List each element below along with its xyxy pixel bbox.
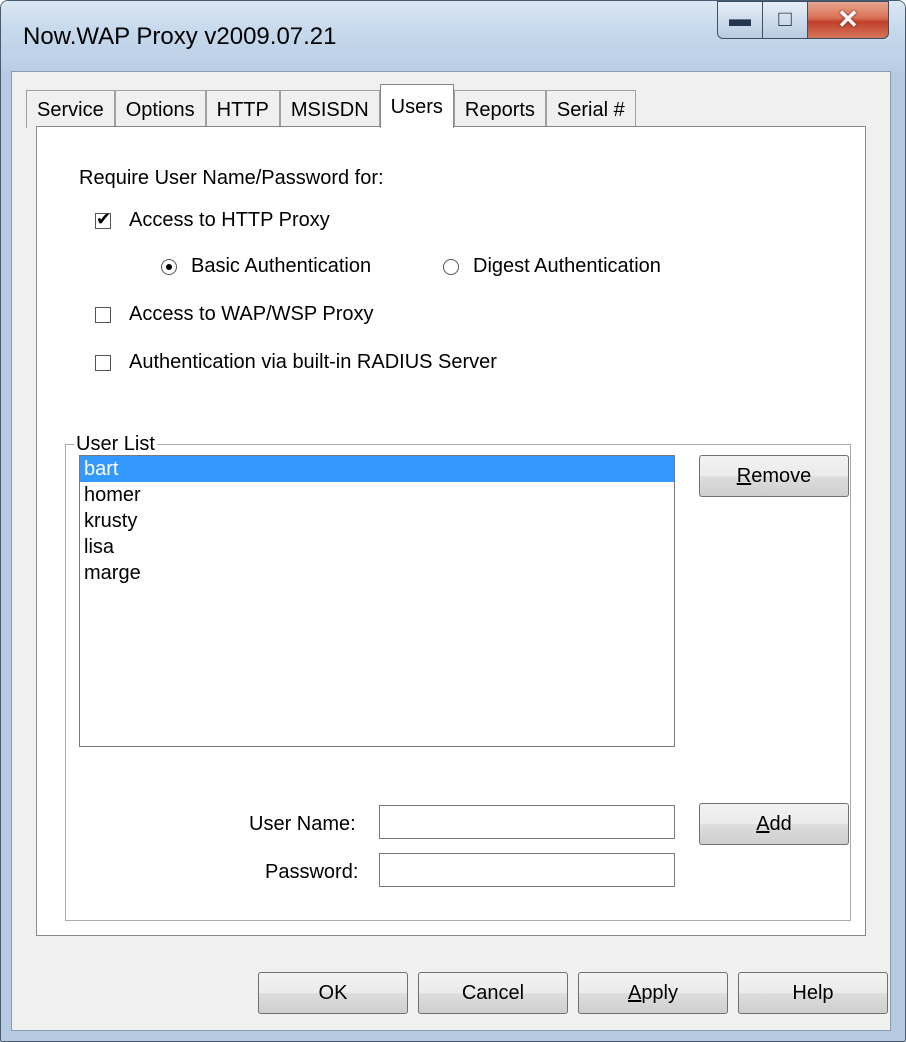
tab-service[interactable]: Service [26,90,115,128]
dialog-client-area: Service Options HTTP MSISDN Users Report… [11,71,891,1031]
remove-label-rest: emove [751,464,812,487]
apply-button[interactable]: Apply [578,972,728,1014]
checkmark-icon: ✔ [96,209,112,229]
radius-checkbox[interactable] [95,355,111,371]
tab-strip: Service Options HTTP MSISDN Users Report… [26,84,636,128]
tab-msisdn[interactable]: MSISDN [279,90,380,128]
minimize-button[interactable]: ▬ [717,1,763,39]
tab-users[interactable]: Users [379,84,454,128]
help-button[interactable]: Help [738,972,888,1014]
user-name-input[interactable] [379,805,675,839]
apply-label-rest: pply [641,981,679,1004]
user-name-label: User Name: [249,813,356,835]
user-list-legend: User List [76,433,155,455]
maximize-icon: □ [778,6,792,31]
list-item[interactable]: marge [80,560,674,586]
close-icon: ✕ [837,4,859,34]
require-credentials-label: Require User Name/Password for: [79,167,384,189]
password-input[interactable] [379,853,675,887]
tab-reports[interactable]: Reports [453,90,546,128]
list-item[interactable]: bart [80,456,674,482]
digest-auth-label: Digest Authentication [473,255,661,277]
add-label-rest: dd [769,812,792,835]
ok-button[interactable]: OK [258,972,408,1014]
maximize-button[interactable]: □ [762,1,808,39]
cancel-button[interactable]: Cancel [418,972,568,1014]
apply-hotkey: A [627,981,642,1004]
wap-proxy-checkbox[interactable] [95,307,111,323]
window-title: Now.WAP Proxy v2009.07.21 [23,23,337,50]
basic-auth-label: Basic Authentication [191,255,372,277]
basic-auth-radio[interactable] [161,259,177,275]
radio-selected-icon [166,264,172,270]
radius-label: Authentication via built-in RADIUS Serve… [129,351,497,373]
users-tab-page: Require User Name/Password for: ✔ Access… [36,126,866,936]
list-item[interactable]: lisa [80,534,674,560]
remove-hotkey: R [736,464,752,487]
title-bar[interactable]: Now.WAP Proxy v2009.07.21 ▬ □ ✕ [1,1,905,71]
dialog-window: Now.WAP Proxy v2009.07.21 ▬ □ ✕ Service … [0,0,906,1042]
add-hotkey: A [756,812,770,835]
close-button[interactable]: ✕ [807,1,889,39]
tab-options[interactable]: Options [114,90,206,128]
tab-serial[interactable]: Serial # [545,90,636,128]
password-label: Password: [265,861,359,883]
digest-auth-radio[interactable] [443,259,459,275]
tab-http[interactable]: HTTP [205,90,280,128]
http-proxy-checkbox[interactable]: ✔ [95,209,111,229]
wap-proxy-label: Access to WAP/WSP Proxy [129,303,374,325]
http-proxy-label: Access to HTTP Proxy [129,209,330,231]
minimize-icon: ▬ [729,6,751,31]
user-listbox[interactable]: bart homer krusty lisa marge [79,455,675,747]
list-item[interactable]: krusty [80,508,674,534]
remove-button[interactable]: Remove [699,455,849,497]
list-item[interactable]: homer [80,482,674,508]
add-button[interactable]: Add [699,803,849,845]
